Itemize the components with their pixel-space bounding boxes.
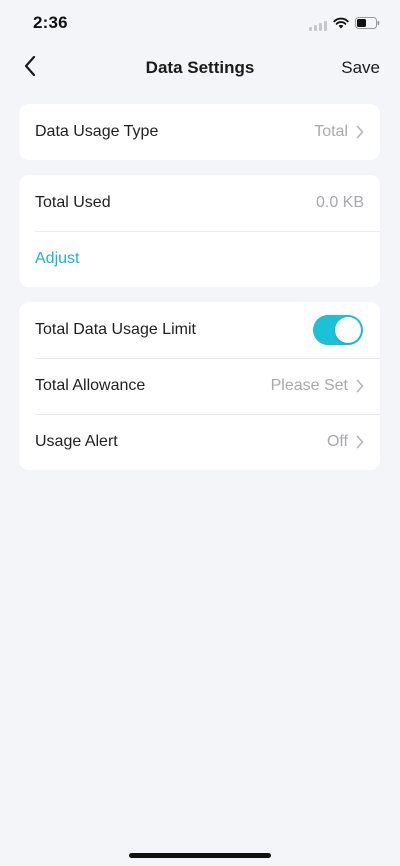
total-allowance-value-group: Please Set [271,377,364,395]
limit-card: Total Data Usage Limit Total Allowance P… [19,302,380,470]
status-time: 2:36 [33,13,68,32]
cellular-signal-icon [309,20,327,31]
data-usage-type-row[interactable]: Data Usage Type Total [19,104,380,160]
total-used-row: Total Used 0.0 KB [19,175,380,231]
adjust-row[interactable]: Adjust [19,231,380,287]
chevron-right-icon [356,435,364,449]
chevron-right-icon [356,379,364,393]
total-used-label: Total Used [35,194,111,211]
total-data-usage-limit-label: Total Data Usage Limit [35,321,196,338]
total-allowance-row[interactable]: Total Allowance Please Set [19,358,380,414]
battery-icon [355,16,380,34]
home-indicator[interactable] [129,853,271,858]
save-button[interactable]: Save [341,58,380,78]
data-usage-type-label: Data Usage Type [35,123,159,140]
usage-alert-label: Usage Alert [35,433,118,450]
page-title: Data Settings [145,58,255,77]
wifi-icon [333,16,349,34]
status-icons [309,16,380,34]
data-usage-type-value-group: Total [314,123,364,141]
chevron-right-icon [356,125,364,139]
total-allowance-value: Please Set [270,377,348,394]
usage-alert-value-group: Off [327,433,364,451]
toggle-knob [335,317,361,343]
data-usage-type-value: Total [314,123,348,140]
total-allowance-label: Total Allowance [35,377,146,394]
usage-alert-row[interactable]: Usage Alert Off [19,414,380,470]
total-data-usage-limit-row: Total Data Usage Limit [19,302,380,358]
usage-alert-value: Off [326,433,348,450]
total-used-value: 0.0 KB [315,194,364,211]
navigation-bar: Data Settings Save [0,44,400,92]
status-bar: 2:36 [0,0,400,44]
usage-type-card: Data Usage Type Total [19,104,380,160]
usage-card: Total Used 0.0 KB Adjust [19,175,380,287]
adjust-link[interactable]: Adjust [35,250,79,268]
usage-limit-toggle[interactable] [313,315,363,345]
